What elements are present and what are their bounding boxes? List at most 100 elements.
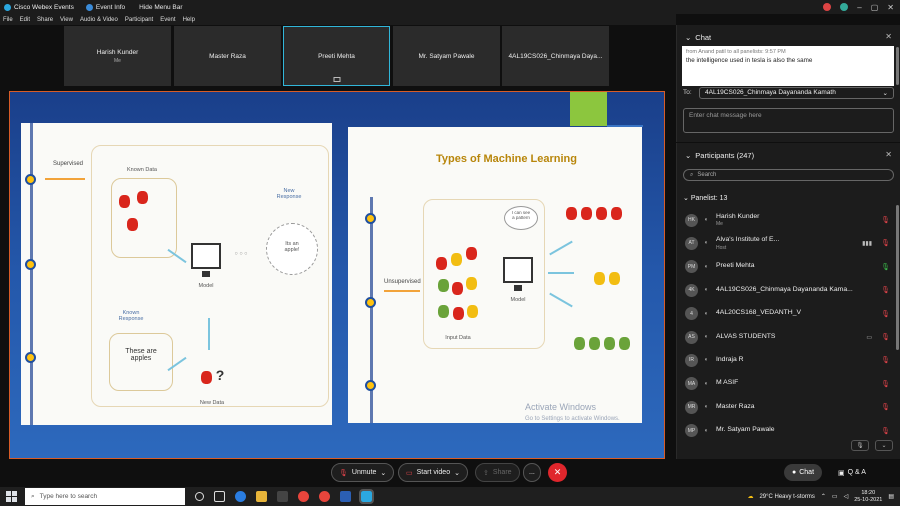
participant-info: Alva's Institute of E... Host <box>716 236 779 251</box>
video-tile-active[interactable]: Preeti Mehta <box>283 26 390 86</box>
participant-row[interactable]: PM ◖ Preeti Mehta 🎙 <box>685 256 890 278</box>
avatar: AT <box>685 236 698 250</box>
windows-start-icon[interactable] <box>6 491 17 502</box>
menu-event[interactable]: Event <box>160 17 175 23</box>
menu-share[interactable]: Share <box>37 17 53 23</box>
menu-file[interactable]: File <box>3 17 13 23</box>
participant-row[interactable]: IR ◖ Indraja R 🎙 <box>685 349 890 371</box>
hide-menu-bar-button[interactable]: Hide Menu Bar <box>139 4 182 11</box>
supervised-slide: Supervised Known Data Model ○ ○ ○ Its an… <box>21 123 332 425</box>
participant-row[interactable]: 4K ◖ 4AL19CS026_Chinmaya Dayananda Kama...… <box>685 279 890 301</box>
tray-chevron-icon[interactable]: ⌃ <box>821 493 826 500</box>
chat-recipient-select[interactable]: 4AL19CS026_Chinmaya Dayananda Kamath ⌄ <box>699 87 894 99</box>
video-tile[interactable]: 4AL19CS026_Chinmaya Daya... <box>502 26 609 86</box>
minimize-icon[interactable]: – <box>857 3 861 12</box>
chat-icon: ● <box>792 469 797 476</box>
chat-message-text: the intelligence used in tesla is also t… <box>686 57 813 65</box>
chat-header[interactable]: ⌄ Chat <box>685 33 711 42</box>
store-icon[interactable] <box>277 491 288 502</box>
event-info-button[interactable]: Event Info <box>85 3 125 11</box>
share-button[interactable]: ⇪ Share <box>475 463 520 482</box>
known-response-label: Known Response <box>118 310 144 322</box>
participant-row[interactable]: MA ◖ M ASIF 🎙 <box>685 373 890 395</box>
mic-on-icon[interactable]: 🎙 <box>881 263 890 271</box>
unmute-button[interactable]: 🎙 Unmute ⌄ <box>331 463 395 482</box>
notification-icon[interactable]: ▤ <box>888 493 894 500</box>
chevron-down-icon[interactable]: ⌄ <box>380 469 386 477</box>
mic-muted-icon[interactable]: 🎙 <box>881 333 890 341</box>
start-video-button[interactable]: ▭ Start video ⌄ <box>398 463 468 482</box>
video-tile[interactable]: Harish Kunder Me <box>64 26 171 86</box>
chat-input[interactable]: Enter chat message here <box>683 108 894 133</box>
weather-text[interactable]: 29°C Heavy t-storms <box>759 494 814 500</box>
participant-search-input[interactable]: ⌕ Search <box>683 169 894 181</box>
chrome-icon[interactable] <box>298 491 309 502</box>
more-options-icon[interactable]: ⌄ <box>875 440 893 451</box>
chevron-down-icon: ⌄ <box>882 90 888 97</box>
red-apple-cluster-icon <box>566 207 577 220</box>
participant-row[interactable]: AS ◖ ALVAS STUDENTS ▭ 🎙 <box>685 326 890 348</box>
qa-toggle-button[interactable]: ▣ Q & A <box>838 464 866 481</box>
close-participants-icon[interactable]: ✕ <box>885 150 892 159</box>
edge-icon[interactable] <box>235 491 246 502</box>
mic-muted-icon[interactable]: 🎙 <box>881 216 890 224</box>
mic-muted-icon[interactable]: 🎙 <box>881 356 890 364</box>
cortana-icon[interactable] <box>195 492 204 501</box>
close-icon[interactable]: ✕ <box>887 3 894 12</box>
mic-muted-icon[interactable]: 🎙 <box>881 403 890 411</box>
headset-icon: ◖ <box>704 380 708 387</box>
participant-row[interactable]: MR ◖ Master Raza 🎙 <box>685 396 890 418</box>
panelist-group-header[interactable]: ⌄ Panelist: 13 <box>683 194 727 202</box>
leave-meeting-button[interactable]: ✕ <box>548 463 567 482</box>
task-view-icon[interactable] <box>214 491 225 502</box>
menu-help[interactable]: Help <box>183 17 195 23</box>
maximize-icon[interactable]: ▢ <box>871 3 879 12</box>
mic-muted-icon[interactable]: 🎙 <box>881 286 890 294</box>
mic-muted-icon[interactable]: 🎙 <box>881 310 890 318</box>
video-strip: Harish Kunder Me Master Raza Preeti Mehta… <box>0 25 676 87</box>
participant-row[interactable]: AT ◖ Alva's Institute of E... Host ▮▮▮ 🎙 <box>685 232 890 254</box>
word-icon[interactable] <box>340 491 351 502</box>
close-chat-icon[interactable]: ✕ <box>885 32 892 41</box>
file-explorer-icon[interactable] <box>256 491 267 502</box>
chat-toggle-button[interactable]: ● Chat <box>784 464 823 481</box>
avatar: AS <box>685 330 698 344</box>
pattern-text: I can see a pattern <box>511 210 531 220</box>
volume-icon[interactable]: ◁ <box>844 493 849 500</box>
webex-taskbar-icon[interactable] <box>359 489 374 504</box>
search-icon: ⌕ <box>690 171 694 178</box>
share-icon: ⇪ <box>483 469 489 477</box>
video-tile[interactable]: Mr. Satyam Pawale <box>393 26 500 86</box>
participants-scrollbar[interactable] <box>896 205 899 350</box>
participant-status-icon: ▮▮▮ <box>862 240 872 247</box>
chrome-icon[interactable] <box>319 491 330 502</box>
mic-muted-icon[interactable]: 🎙 <box>881 239 890 247</box>
participant-status-icon: ▭ <box>866 334 872 341</box>
menu-participant[interactable]: Participant <box>125 17 153 23</box>
participants-header[interactable]: ⌄ Participants (247) <box>685 151 754 160</box>
mute-all-icon[interactable]: 🎙 <box>851 440 869 451</box>
chat-scrollbar[interactable] <box>896 47 899 85</box>
user-avatar-icon[interactable] <box>823 3 832 11</box>
taskbar-search-input[interactable]: ⌕ Type here to search <box>25 488 185 505</box>
mic-muted-icon[interactable]: 🎙 <box>881 380 890 388</box>
avatar: PM <box>685 260 698 274</box>
participant-info: 4AL20CS168_VEDANTH_V <box>716 309 801 318</box>
participant-info: Preeti Mehta <box>716 262 755 271</box>
status-avatar-icon[interactable] <box>840 3 849 11</box>
menu-view[interactable]: View <box>60 17 73 23</box>
unsupervised-slide: Types of Machine Learning Unsupervised I… <box>348 127 642 423</box>
more-options-button[interactable]: ... <box>523 463 541 482</box>
mic-muted-icon[interactable]: 🎙 <box>881 427 890 435</box>
chevron-down-icon: ⌄ <box>683 195 691 202</box>
headset-icon: ◖ <box>704 357 708 364</box>
participant-row[interactable]: MP ◖ Mr. Satyam Pawale 🎙 <box>685 420 890 442</box>
video-tile[interactable]: Master Raza <box>174 26 281 86</box>
chevron-down-icon[interactable]: ⌄ <box>454 469 460 477</box>
participant-row[interactable]: HK ◖ Harish Kunder Me 🎙 <box>685 209 890 231</box>
network-icon[interactable]: ▭ <box>832 493 838 500</box>
clock[interactable]: 18:20 25-10-2021 <box>854 490 882 503</box>
menu-audio-video[interactable]: Audio & Video <box>80 17 118 23</box>
menu-edit[interactable]: Edit <box>20 17 30 23</box>
participant-row[interactable]: 4 ◖ 4AL20CS168_VEDANTH_V 🎙 <box>685 303 890 325</box>
